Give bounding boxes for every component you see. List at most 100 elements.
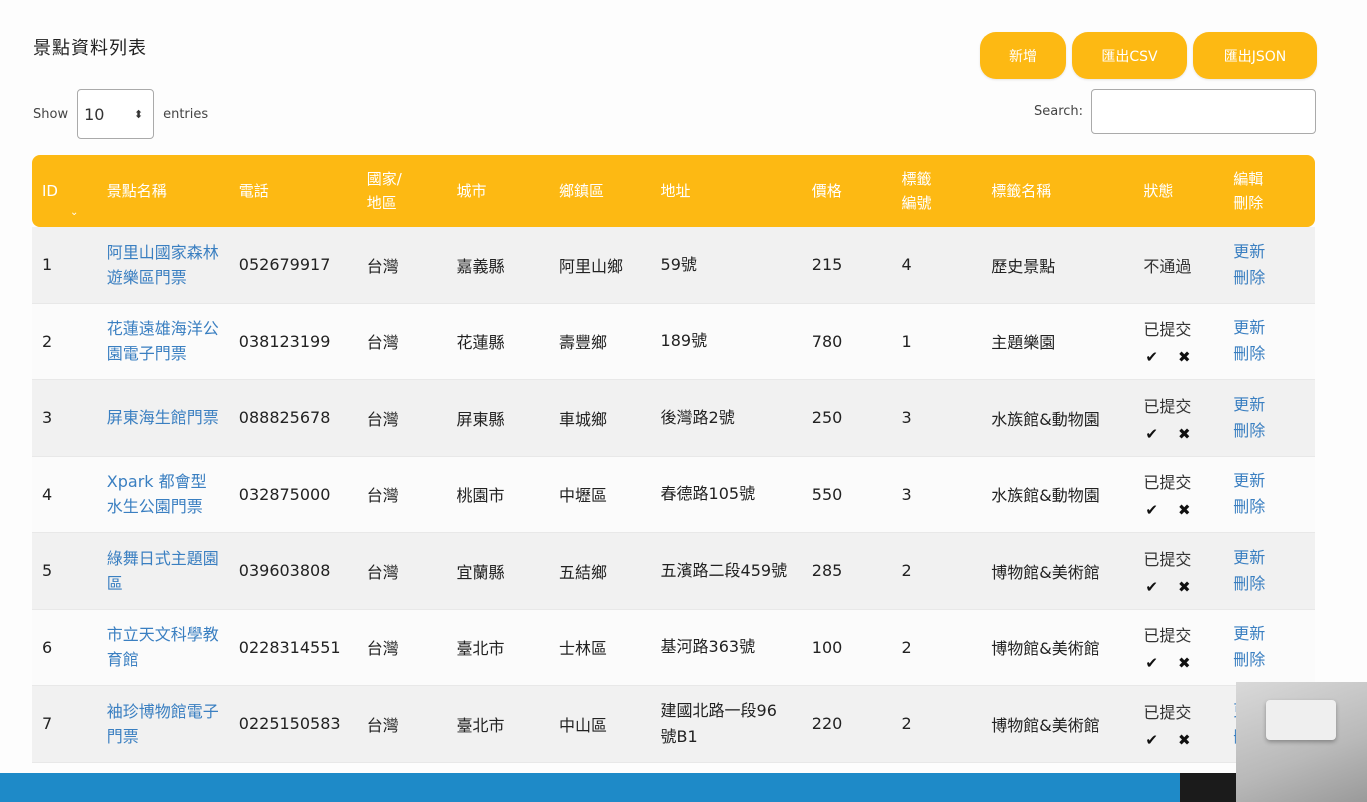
cell-tag-name: 博物館&美術館 [981,533,1134,610]
column-header-tag-name[interactable]: 標籤名稱 [981,155,1134,227]
cell-phone: 0225150583 [228,686,357,763]
cell-status: 不通過 [1133,227,1224,304]
status-text: 已提交 [1143,320,1192,340]
attraction-name-link[interactable]: 阿里山國家森林遊樂區門票 [107,240,219,290]
webcam-overlay [1236,682,1367,802]
delete-link[interactable]: 刪除 [1233,647,1305,673]
delete-link[interactable]: 刪除 [1233,571,1305,597]
column-header-edit-delete[interactable]: 編輯刪除 [1223,155,1315,227]
attraction-name-link[interactable]: 綠舞日式主題園區 [107,546,219,596]
delete-link[interactable]: 刪除 [1233,494,1305,520]
cell-tag-id: 2 [891,609,982,686]
table-row: 3 屏東海生館門票 088825678 台灣 屏東縣 車城鄉 後灣路2號 250 3 水族館&動物… [32,380,1315,457]
attraction-name-link[interactable]: Xpark 都會型水生公園門票 [107,469,219,519]
attraction-name-link[interactable]: 花蓮遠雄海洋公園電子門票 [107,316,219,366]
status-actions: ✔ ✖ [1143,731,1213,749]
cell-tag-name: 水族館&動物園 [981,380,1134,457]
cell-id: 4 [32,456,97,533]
webcam-object [1266,700,1336,740]
entries-select[interactable]: 10 ⬍ [77,89,155,139]
close-icon[interactable]: ✖ [1178,348,1191,366]
column-header-city[interactable]: 城市 [446,155,550,227]
close-icon[interactable]: ✖ [1178,731,1191,749]
table-row: 5 綠舞日式主題園區 039603808 台灣 宜蘭縣 五結鄉 五濱路二段459號 285 2 博… [32,533,1315,610]
delete-link[interactable]: 刪除 [1233,265,1305,291]
check-icon[interactable]: ✔ [1145,501,1158,519]
cell-tag-name: 歷史景點 [981,227,1134,304]
attraction-name-link[interactable]: 屏東海生館門票 [107,405,219,430]
close-icon[interactable]: ✖ [1178,578,1191,596]
cell-phone: 052679917 [228,227,357,304]
cell-id: 7 [32,686,97,763]
check-icon[interactable]: ✔ [1145,425,1158,443]
cell-id: 2 [32,303,97,380]
column-header-price[interactable]: 價格 [801,155,892,227]
cell-price: 215 [801,227,892,304]
cell-city: 桃園市 [446,456,550,533]
column-header-name[interactable]: 景點名稱 [96,155,229,227]
column-header-district[interactable]: 鄉鎮區 [549,155,651,227]
cell-tag-id: 2 [891,686,982,763]
column-header-id[interactable]: ID ⌄ [32,155,97,227]
search-input[interactable] [1091,89,1317,134]
table-row: 6 市立天文科學教育館 0228314551 台灣 臺北市 士林區 基河路363號 100 2 博… [32,609,1315,686]
check-icon[interactable]: ✔ [1145,731,1158,749]
status-text: 已提交 [1143,473,1192,493]
check-icon[interactable]: ✔ [1145,578,1158,596]
column-header-status[interactable]: 狀態 [1133,155,1224,227]
check-icon[interactable]: ✔ [1145,654,1158,672]
cell-id: 6 [32,609,97,686]
cell-edit-delete: 更新刪除 [1223,609,1315,686]
cell-tag-name: 博物館&美術館 [981,609,1134,686]
cell-city: 花蓮縣 [446,303,550,380]
cell-id: 5 [32,533,97,610]
search-control: Search: [1034,89,1317,134]
update-link[interactable]: 更新 [1233,239,1305,265]
delete-link[interactable]: 刪除 [1233,341,1305,367]
table-row: 1 阿里山國家森林遊樂區門票 052679917 台灣 嘉義縣 阿里山鄉 59號 215 4 歷史… [32,227,1315,304]
cell-tag-id: 1 [891,303,982,380]
cell-country: 台灣 [356,380,447,457]
taskbar [0,773,1230,802]
attraction-name-link[interactable]: 袖珍博物館電子門票 [107,699,219,749]
cell-status: 已提交 ✔ ✖ [1133,533,1224,610]
close-icon[interactable]: ✖ [1178,501,1191,519]
close-icon[interactable]: ✖ [1178,425,1191,443]
column-header-address[interactable]: 地址 [650,155,802,227]
cell-city: 嘉義縣 [446,227,550,304]
update-link[interactable]: 更新 [1233,315,1305,341]
cell-country: 台灣 [356,686,447,763]
entries-select-value: 10 [84,104,105,124]
update-link[interactable]: 更新 [1233,545,1305,571]
cell-district: 中壢區 [549,456,651,533]
column-header-tag-id[interactable]: 標籤編號 [891,155,982,227]
cell-name: 屏東海生館門票 [96,380,229,457]
attraction-name-link[interactable]: 市立天文科學教育館 [107,622,219,672]
cell-name: Xpark 都會型水生公園門票 [96,456,229,533]
column-header-country[interactable]: 國家/地區 [356,155,447,227]
cell-district: 士林區 [549,609,651,686]
update-link[interactable]: 更新 [1233,468,1305,494]
check-icon[interactable]: ✔ [1145,348,1158,366]
new-button[interactable]: 新增 [980,32,1066,79]
cell-name: 花蓮遠雄海洋公園電子門票 [96,303,229,380]
delete-link[interactable]: 刪除 [1233,418,1305,444]
close-icon[interactable]: ✖ [1178,654,1191,672]
cell-id: 3 [32,380,97,457]
column-header-phone[interactable]: 電話 [228,155,357,227]
page-title: 景點資料列表 [33,38,147,59]
cell-status: 已提交 ✔ ✖ [1133,686,1224,763]
cell-district: 車城鄉 [549,380,651,457]
cell-district: 阿里山鄉 [549,227,651,304]
cell-country: 台灣 [356,533,447,610]
update-link[interactable]: 更新 [1233,392,1305,418]
show-label: Show [33,106,69,122]
export-csv-button[interactable]: 匯出CSV [1072,32,1187,79]
entries-label: entries [163,106,209,122]
cell-country: 台灣 [356,303,447,380]
cell-tag-id: 3 [891,380,982,457]
table-row: 2 花蓮遠雄海洋公園電子門票 038123199 台灣 花蓮縣 壽豐鄉 189號 780 1 主題… [32,303,1315,380]
update-link[interactable]: 更新 [1233,621,1305,647]
export-json-button[interactable]: 匯出JSON [1193,32,1317,79]
cell-phone: 088825678 [228,380,357,457]
